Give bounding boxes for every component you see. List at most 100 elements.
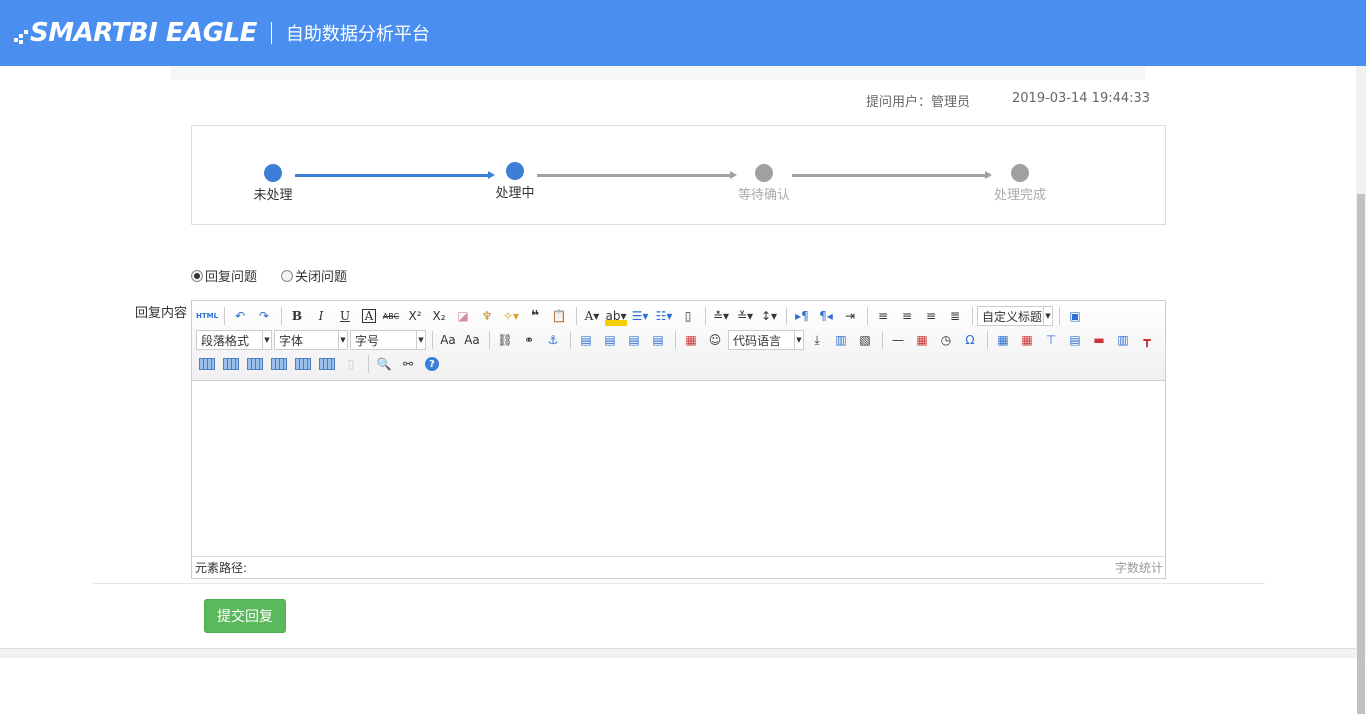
format-brush-icon[interactable]: ♆ xyxy=(476,306,498,326)
progress-steps: 未处理 处理中 等待确认 处理完成 xyxy=(191,125,1166,225)
radio-label: 回复问题 xyxy=(205,270,258,285)
radio-checked-icon[interactable] xyxy=(191,269,203,282)
template-icon[interactable]: ▥ xyxy=(830,330,852,350)
fullscreen-icon[interactable]: ▣ xyxy=(1064,306,1086,326)
split-to-cells-icon[interactable] xyxy=(268,354,290,374)
split-to-cols-icon[interactable] xyxy=(316,354,338,374)
image-right-icon[interactable]: ▤ xyxy=(623,330,645,350)
magic-wand-icon[interactable]: ✧▾ xyxy=(500,306,522,326)
image-center-icon[interactable]: ▤ xyxy=(647,330,669,350)
paste-text-icon[interactable]: 📋 xyxy=(548,306,570,326)
subscript-icon[interactable]: X₂ xyxy=(428,306,450,326)
align-justify-icon[interactable]: ≣ xyxy=(944,306,966,326)
search-replace-icon[interactable]: ⚯ xyxy=(397,354,419,374)
page-break-icon[interactable]: ⤓ xyxy=(806,330,828,350)
lowercase-icon[interactable]: Aa xyxy=(461,330,483,350)
scrollbar-thumb[interactable] xyxy=(1357,194,1365,714)
blockquote-icon[interactable]: ❝ xyxy=(524,306,546,326)
align-center-icon[interactable]: ≡ xyxy=(896,306,918,326)
date-icon[interactable]: ▦ xyxy=(911,330,933,350)
delete-table-icon[interactable]: ▦ xyxy=(1016,330,1038,350)
toolbar-divider xyxy=(489,331,490,349)
font-color-icon[interactable]: A▾ xyxy=(581,306,603,326)
ltr-icon[interactable]: ▸¶ xyxy=(791,306,813,326)
background-icon[interactable]: ▧ xyxy=(854,330,876,350)
element-path: 元素路径: xyxy=(195,561,248,575)
horizontal-rule-icon[interactable]: — xyxy=(887,330,909,350)
toolbar-divider xyxy=(705,307,706,325)
toolbar-row-3: ▯ 🔍 ⚯ ? xyxy=(196,353,441,375)
line-height-icon[interactable]: ↕▾ xyxy=(758,306,780,326)
link-icon[interactable]: ⛓ xyxy=(494,330,516,350)
image-none-icon[interactable]: ▤ xyxy=(575,330,597,350)
step-dot xyxy=(506,162,524,180)
print-icon[interactable]: ▯ xyxy=(340,354,362,374)
indent-icon[interactable]: ⇥ xyxy=(839,306,861,326)
toolbar-divider xyxy=(987,331,988,349)
eraser-icon[interactable]: ◪ xyxy=(452,306,474,326)
reply-radio[interactable]: 回复问题 xyxy=(191,266,257,285)
clear-doc-icon[interactable]: ▯ xyxy=(677,306,699,326)
delete-row-icon[interactable]: ▬ xyxy=(1088,330,1110,350)
image-left-icon[interactable]: ▤ xyxy=(599,330,621,350)
row-spacing-bottom-icon[interactable]: ≚▾ xyxy=(734,306,756,326)
toolbar-divider xyxy=(576,307,577,325)
merge-cells-icon[interactable] xyxy=(196,354,218,374)
question-user: 提问用户：管理员 xyxy=(866,95,971,110)
chevron-down-icon: ▼ xyxy=(1043,307,1052,325)
editor-toolbar: HTML ↶ ↷ B I U A ABC X² X₂ ◪ ♆ ✧▾ ❝ 📋 A▾… xyxy=(192,301,1165,381)
reply-type-group: 回复问题 关闭问题 xyxy=(191,266,347,285)
close-radio[interactable]: 关闭问题 xyxy=(281,266,347,285)
split-to-rows-icon[interactable] xyxy=(292,354,314,374)
insert-table-icon[interactable]: ▦ xyxy=(992,330,1014,350)
step-connector xyxy=(792,174,987,177)
vertical-scrollbar[interactable] xyxy=(1356,66,1366,714)
horizontal-scrollbar[interactable] xyxy=(0,648,1356,658)
delete-col-icon[interactable]: ┳ xyxy=(1136,330,1158,350)
preview-icon[interactable]: 🔍 xyxy=(373,354,395,374)
italic-icon[interactable]: I xyxy=(310,306,332,326)
redo-icon[interactable]: ↷ xyxy=(253,306,275,326)
insert-paragraph-before-table-icon[interactable]: ⊤ xyxy=(1040,330,1062,350)
submit-reply-button[interactable]: 提交回复 xyxy=(204,599,286,633)
insert-row-icon[interactable]: ▤ xyxy=(1064,330,1086,350)
paragraph-format-select[interactable]: 段落格式 ▼ xyxy=(196,330,272,350)
special-chars-icon[interactable]: Ω xyxy=(959,330,981,350)
emotion-icon[interactable]: ☺ xyxy=(704,330,726,350)
font-size-select[interactable]: 字号 ▼ xyxy=(350,330,426,350)
merge-right-icon[interactable] xyxy=(220,354,242,374)
superscript-icon[interactable]: X² xyxy=(404,306,426,326)
anchor-icon[interactable]: ⚓ xyxy=(542,330,564,350)
merge-down-icon[interactable] xyxy=(244,354,266,374)
radio-unchecked-icon[interactable] xyxy=(281,269,294,282)
toolbar-divider xyxy=(675,331,676,349)
html-source-button[interactable]: HTML xyxy=(196,306,218,326)
rtl-icon[interactable]: ¶◂ xyxy=(815,306,837,326)
strikethrough-icon[interactable]: ABC xyxy=(380,306,402,326)
editor-content-area[interactable] xyxy=(192,381,1165,556)
arrow-icon xyxy=(985,171,992,179)
custom-heading-select[interactable]: 自定义标题 ▼ xyxy=(977,306,1053,326)
font-border-icon[interactable]: A xyxy=(362,309,376,323)
font-family-select[interactable]: 字体 ▼ xyxy=(274,330,348,350)
code-language-select[interactable]: 代码语言 ▼ xyxy=(728,330,804,350)
editor-statusbar: 元素路径: 字数统计 xyxy=(192,556,1165,578)
time-icon[interactable]: ◷ xyxy=(935,330,957,350)
insert-image-icon[interactable]: ▦ xyxy=(680,330,702,350)
align-right-icon[interactable]: ≡ xyxy=(920,306,942,326)
toolbar-row-1: HTML ↶ ↷ B I U A ABC X² X₂ ◪ ♆ ✧▾ ❝ 📋 A▾… xyxy=(196,305,1088,327)
bold-icon[interactable]: B xyxy=(286,306,308,326)
align-left-icon[interactable]: ≡ xyxy=(872,306,894,326)
app-header: SMARTBI EAGLE 自助数据分析平台 xyxy=(0,0,1366,66)
unlink-icon[interactable]: ⚭ xyxy=(518,330,540,350)
undo-icon[interactable]: ↶ xyxy=(229,306,251,326)
step-label: 处理中 xyxy=(495,186,535,201)
uppercase-icon[interactable]: Aa xyxy=(437,330,459,350)
ordered-list-icon[interactable]: ☰▾ xyxy=(629,306,651,326)
unordered-list-icon[interactable]: ☷▾ xyxy=(653,306,675,326)
underline-icon[interactable]: U xyxy=(334,306,356,326)
help-icon[interactable]: ? xyxy=(425,357,439,371)
insert-col-icon[interactable]: ▥ xyxy=(1112,330,1134,350)
row-spacing-top-icon[interactable]: ≛▾ xyxy=(710,306,732,326)
highlight-color-icon[interactable]: ab▾ xyxy=(605,306,627,326)
